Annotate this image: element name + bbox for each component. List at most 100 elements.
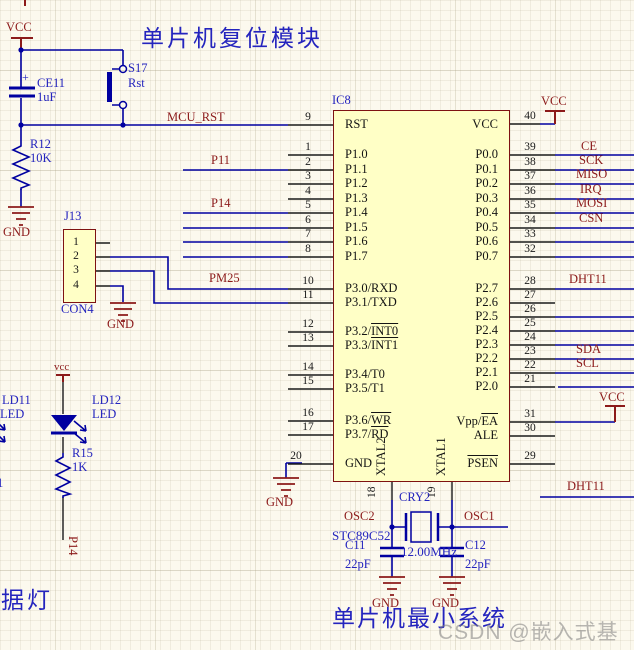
r12-ref: R12	[30, 137, 51, 151]
j13-pin-2: 2	[73, 250, 79, 262]
led-triangle	[51, 415, 77, 431]
pin-label-psen: PSEN	[467, 456, 498, 470]
pin-num-5: 5	[305, 199, 311, 211]
pin-num-35: 35	[524, 199, 536, 211]
j13-pin-1: 1	[73, 236, 79, 248]
pin-label-p0-3: P0.3	[475, 191, 498, 205]
gnd-label-c11: GND	[372, 596, 400, 610]
pin-num-29: 29	[524, 450, 536, 462]
pin-label-p0-6: P0.6	[475, 234, 498, 248]
dht11-net-label-2: DHT11	[567, 479, 605, 493]
j13-pin-4: 4	[73, 279, 79, 291]
miso-net-label: MISO	[576, 167, 608, 181]
pin-label-ale: ALE	[473, 428, 498, 442]
gnd-label-pin20: GND	[266, 495, 294, 509]
gnd-label-r12: GND	[3, 225, 31, 239]
pm25-net-label: PM25	[209, 271, 240, 285]
pin-label-p2-6: P2.6	[475, 295, 498, 309]
pin-num-34: 34	[524, 214, 536, 226]
pin-num-27: 27	[524, 289, 536, 301]
switch-actuator	[107, 72, 112, 102]
pin-num-21: 21	[524, 373, 536, 385]
resistor-r15	[53, 453, 73, 498]
osc2-net-label: OSC2	[344, 509, 375, 523]
led-partial-arrows	[0, 423, 6, 443]
pin-num-4: 4	[305, 185, 311, 197]
switch-ticks	[112, 68, 119, 106]
pin-label-p3-2: P3.2/INT0	[345, 324, 399, 338]
pin-label-p1-0: P1.0	[345, 147, 368, 161]
pin-label-p3-0: P3.0/RXD	[345, 281, 398, 295]
gnd-label-c12: GND	[432, 596, 460, 610]
pin-label-vpp-ea: Vpp/EA	[456, 414, 498, 428]
mcu-rst-net-label: MCU_RST	[167, 110, 225, 124]
pin-num-30: 30	[524, 422, 536, 434]
partial-text-left-edge: 1	[0, 476, 4, 490]
pin-label-rst: RST	[345, 117, 368, 131]
vcc-lower-label: vcc	[54, 361, 70, 373]
pin-num-39: 39	[524, 141, 536, 153]
pin-label-p1-5: P1.5	[345, 220, 368, 234]
pin-label-p1-4: P1.4	[345, 205, 368, 219]
pin-label-p0-1: P0.1	[475, 162, 498, 176]
mosi-net-label: MOSI	[576, 196, 608, 210]
ce11-plus: +	[22, 70, 29, 84]
pin-num-38: 38	[524, 156, 536, 168]
ld11-ref: LD11	[2, 393, 31, 407]
pin-num-15: 15	[302, 375, 314, 387]
ce11-value: 1uF	[37, 90, 57, 104]
pin-num-40: 40	[524, 110, 536, 122]
pin-label-p3-1: P3.1/TXD	[345, 295, 397, 309]
pin-label-p2-0: P2.0	[475, 379, 498, 393]
pin-label-p1-7: P1.7	[345, 249, 368, 263]
pin-label-p2-5: P2.5	[475, 309, 498, 323]
pin-label-vcc: VCC	[472, 117, 498, 131]
pin-label-p1-1: P1.1	[345, 162, 368, 176]
crystal-body	[410, 511, 432, 543]
crystal-frequency: 12.00MHz	[401, 544, 457, 559]
pin-num-17: 17	[302, 421, 314, 433]
ce11-ref: CE11	[37, 76, 66, 90]
osc1-net-label: OSC1	[464, 509, 495, 523]
pin-label-p1-3: P1.3	[345, 191, 368, 205]
pin-num-9: 9	[305, 111, 311, 123]
pin-num-16: 16	[302, 407, 314, 419]
pin-label-p0-7: P0.7	[475, 249, 498, 263]
pin-label-p0-4: P0.4	[475, 205, 498, 219]
pin-num-33: 33	[524, 228, 536, 240]
r15-ref: R15	[72, 446, 93, 460]
j13-type: CON4	[61, 302, 94, 316]
pin-label-gnd: GND	[345, 456, 373, 470]
ce-net-label: CE	[581, 139, 597, 153]
c12-ref: C12	[465, 538, 486, 552]
pin-label-xtal1: XTAL1	[434, 437, 448, 476]
pin-num-6: 6	[305, 214, 311, 226]
dht11-net-label: DHT11	[569, 272, 607, 286]
pin-num-37: 37	[524, 170, 536, 182]
pin-num-2: 2	[305, 156, 311, 168]
p14-net-label: P14	[211, 196, 231, 210]
pin-label-xtal2: XTAL2	[374, 437, 388, 476]
schematic-canvas: 单片机复位模块 单片机最小系统 据灯 CSDN @嵌入式基地 VCC + CE1…	[0, 0, 634, 650]
pin-num-14: 14	[302, 361, 314, 373]
vcc-label-topleft: VCC	[6, 20, 32, 34]
p14-vertical-net-label: P14	[66, 536, 80, 556]
c11-ref: C11	[345, 538, 366, 552]
pin-label-p3-6: P3.6/WR	[345, 413, 392, 427]
pin-num-24: 24	[524, 331, 536, 343]
irq-net-label: IRQ	[580, 182, 602, 196]
c11-value: 22pF	[345, 557, 371, 571]
pin-label-p0-5: P0.5	[475, 220, 498, 234]
pin-num-36: 36	[524, 185, 536, 197]
pin-label-p0-0: P0.0	[475, 147, 498, 161]
capacitor-ce11	[9, 86, 35, 98]
pin-num-1: 1	[305, 141, 311, 153]
pin-num-22: 22	[524, 359, 536, 371]
pin-label-p2-1: P2.1	[475, 365, 498, 379]
ld12-ref: LD12	[92, 393, 122, 407]
pin-label-p2-2: P2.2	[475, 351, 498, 365]
pin-label-p0-2: P0.2	[475, 176, 498, 190]
r15-value: 1K	[72, 460, 88, 474]
r12-value: 10K	[30, 151, 52, 165]
pin-num-18: 18	[366, 486, 378, 499]
